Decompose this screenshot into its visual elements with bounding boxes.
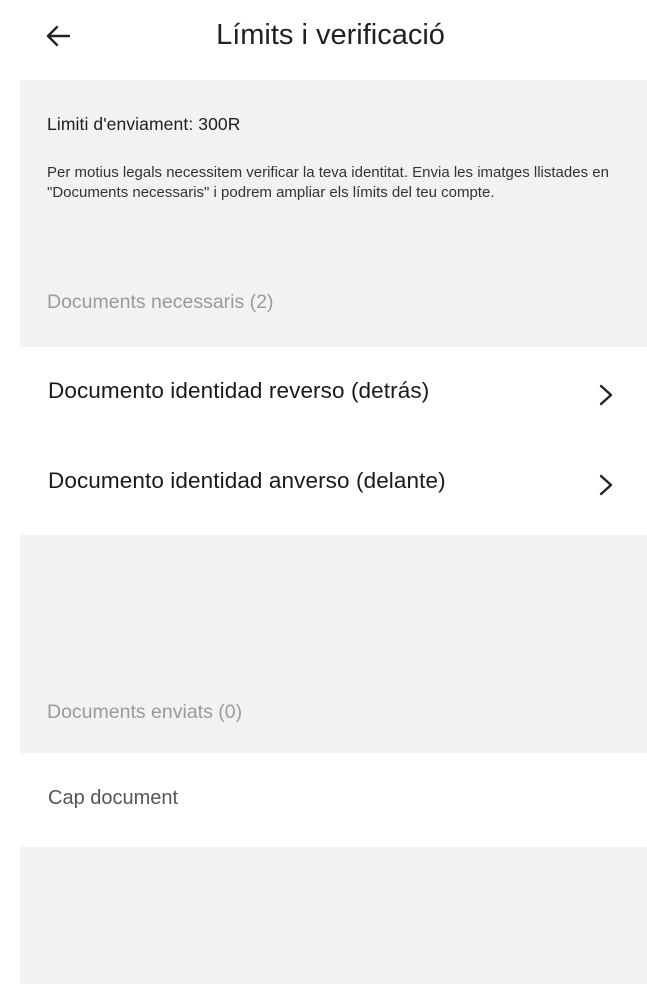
required-documents-header: Documents necessaris (2) (47, 291, 274, 313)
sent-documents-section: Documents enviats (0) (20, 535, 647, 753)
page-title: Límits i verificació (216, 19, 445, 51)
document-row-id-front[interactable]: Documento identidad anverso (delante) (20, 440, 647, 530)
bottom-spacer (20, 847, 647, 984)
chevron-right-icon (596, 378, 616, 412)
chevron-right-icon (596, 468, 616, 502)
empty-state-text: Cap document (48, 787, 179, 809)
document-label: Documento identidad anverso (delante) (48, 468, 446, 493)
sent-documents-empty-row: Cap document (20, 753, 647, 847)
sent-documents-header: Documents enviats (0) (47, 701, 243, 723)
top-bar: Límits i verificació (0, 0, 647, 80)
document-row-id-back[interactable]: Documento identidad reverso (detrás) (20, 350, 647, 440)
verification-description: Per motius legals necessitem verificar l… (47, 164, 609, 201)
limits-info-section: Limiti d'enviament: 300R Per motius lega… (20, 80, 647, 347)
limits-verification-screen: Límits i verificació Limiti d'enviament:… (0, 0, 647, 984)
sending-limit-label: Limiti d'enviament: 300R (47, 114, 241, 134)
document-label: Documento identidad reverso (detrás) (48, 378, 430, 403)
